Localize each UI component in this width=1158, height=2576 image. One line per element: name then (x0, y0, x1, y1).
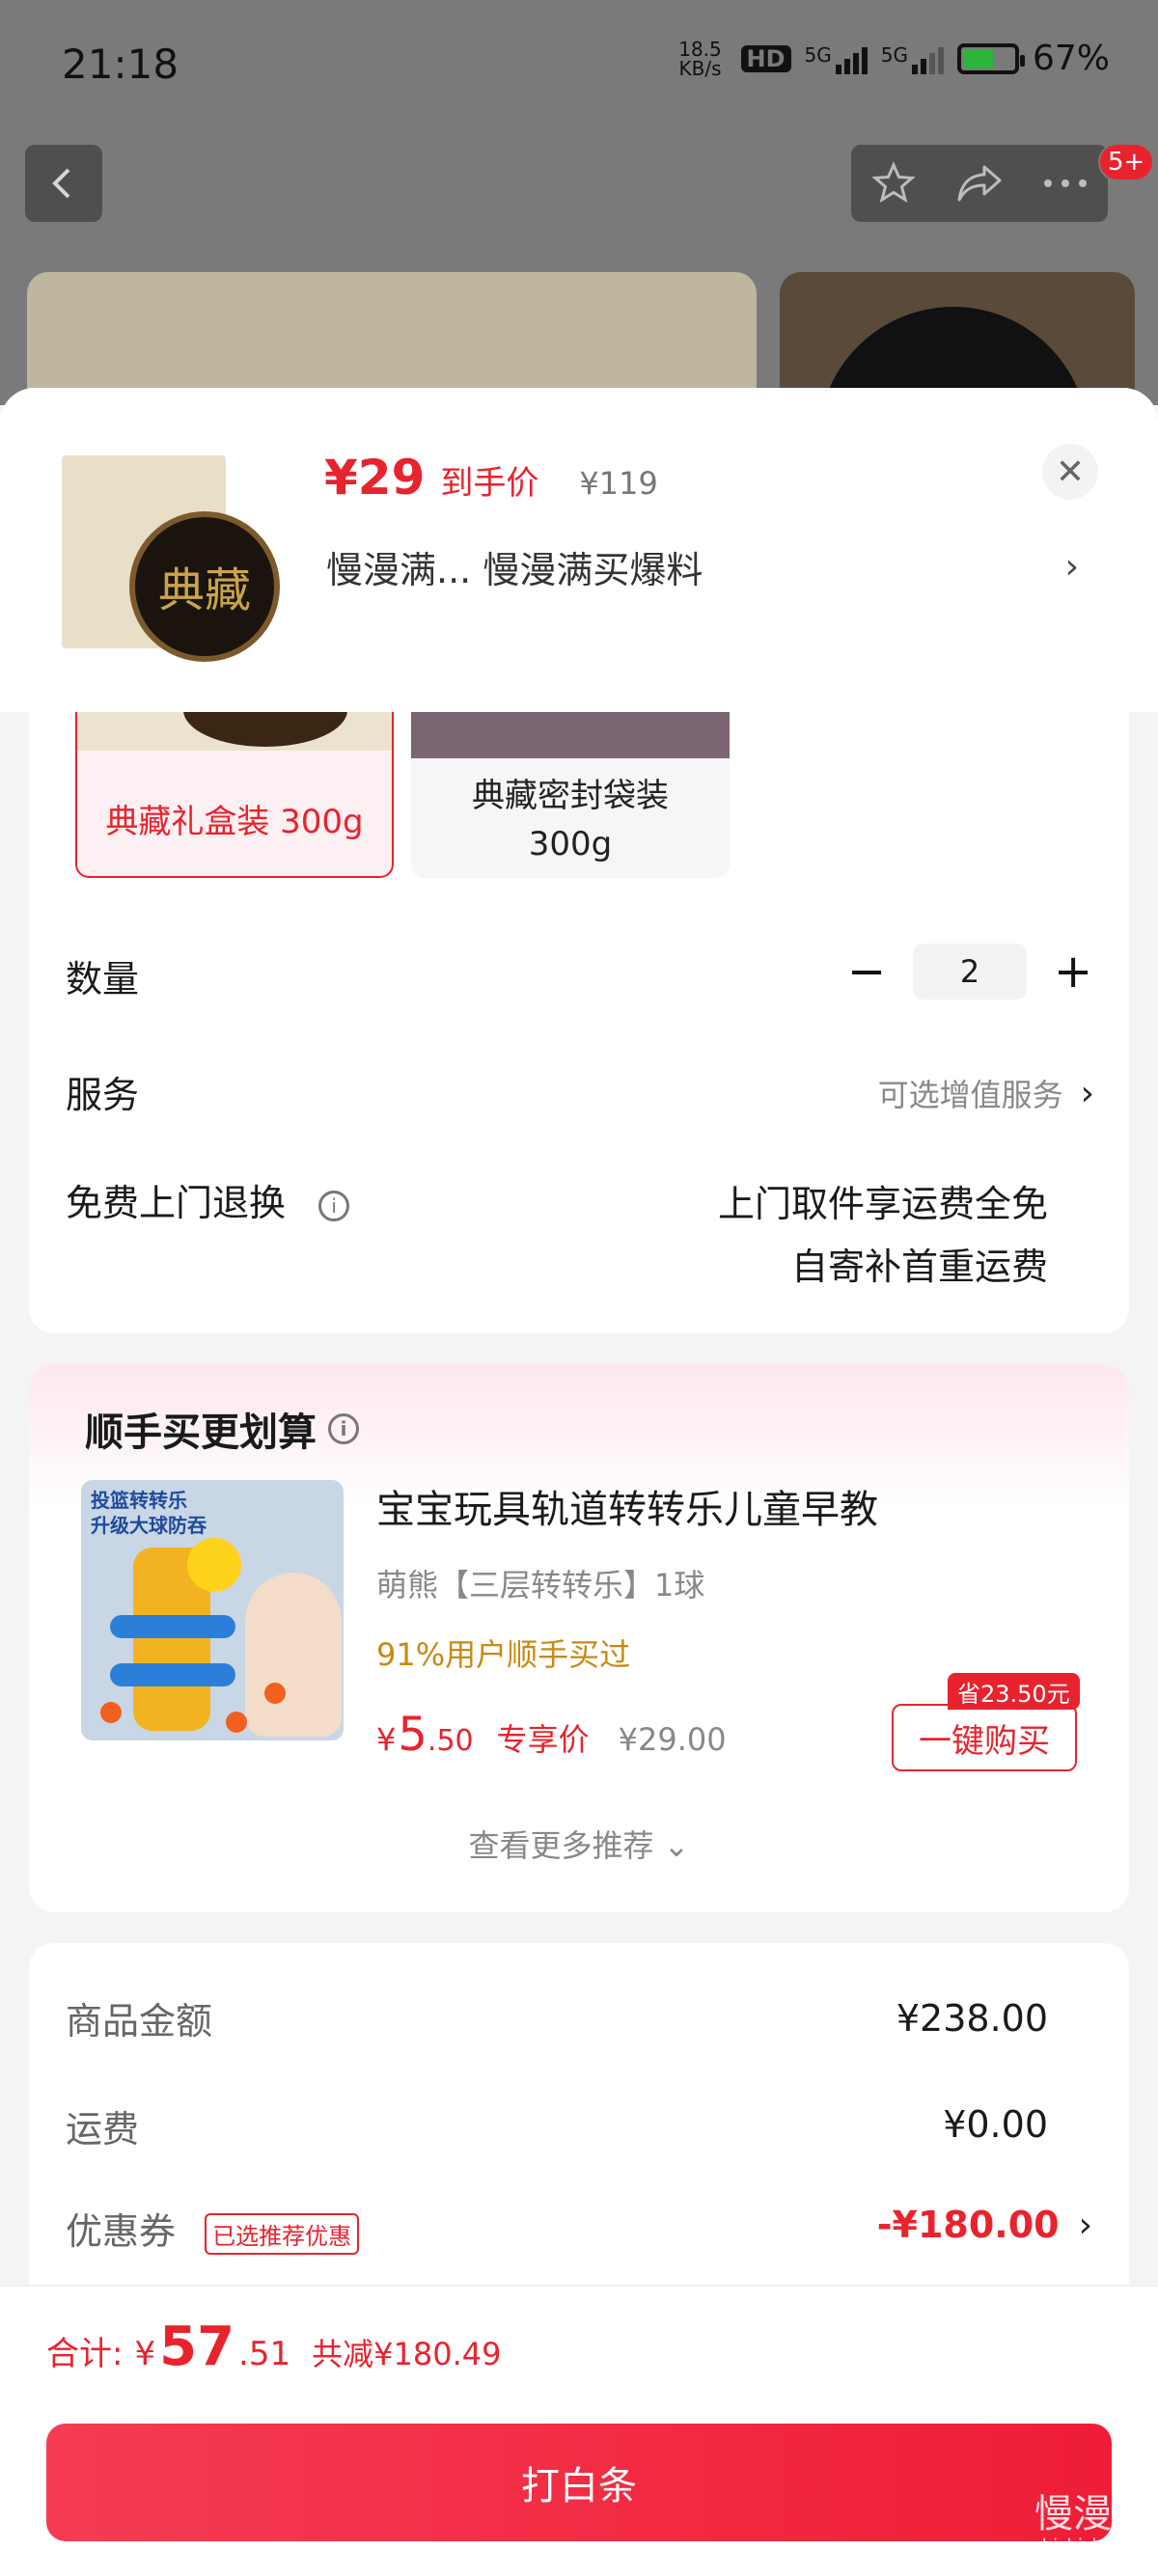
chevron-left-icon (52, 168, 70, 199)
product-thumbnail[interactable]: 典藏 (56, 444, 291, 675)
total-symbol: ¥ (134, 2335, 156, 2373)
star-icon[interactable] (870, 160, 917, 206)
coupon-row-label: 优惠券 已选推荐优惠 (66, 2202, 360, 2255)
image-tag-line1: 投篮转转乐 (91, 1489, 187, 1512)
shipping-value: ¥0.00 (943, 2103, 1048, 2146)
thumb-text: 典藏 (157, 563, 251, 617)
price-tag: 专享价 (496, 1721, 590, 1758)
option-label: 典藏密封袋装 300g (411, 772, 730, 868)
price-row: ¥29 到手价 ¥119 (324, 450, 658, 506)
chevron-right-icon: › (1080, 1073, 1094, 1113)
hd-icon: HD (740, 44, 791, 72)
image-tag-line2: 升级大球防吞 (91, 1514, 207, 1537)
free-return-row: 免费上门退换 i (66, 1173, 350, 1226)
total-row: 合计: ¥ 57 .51 共减¥180.49 (46, 2316, 501, 2378)
signal-label: 5G (804, 42, 832, 67)
price-int: 5 (398, 1708, 427, 1762)
signal-5g-1: 5G (805, 43, 868, 74)
info-icon[interactable]: i (318, 1190, 350, 1221)
recommend-title: 顺手买更划算 (85, 1411, 317, 1455)
price-dec: .50 (427, 1724, 474, 1758)
notification-badge: 5+ (1098, 143, 1155, 181)
option-label-line2: 300g (528, 825, 613, 863)
original-price: ¥119 (579, 465, 658, 502)
service-label: 服务 (66, 1074, 140, 1116)
coupon-label: 优惠券 (66, 2210, 177, 2253)
product-description: 慢漫满... 慢漫满买爆料 (326, 549, 703, 591)
plus-button[interactable]: + (1054, 945, 1092, 999)
pay-button[interactable]: 打白条 (46, 2424, 1112, 2541)
signal-label: 5G (880, 42, 908, 67)
option-sealed-bag[interactable]: 典藏密封袋装 300g (411, 712, 730, 878)
option-label: 典藏礼盒装 300g (105, 803, 364, 841)
net-speed: 18.5 KB/s (678, 37, 722, 80)
status-time: 21:18 (62, 41, 179, 88)
signal-5g-2: 5G (881, 43, 944, 74)
status-icons: 18.5 KB/s HD 5G 5G 67% (674, 37, 1110, 80)
quantity-stepper: − 2 + (847, 944, 1092, 1000)
total-saved: 共减¥180.49 (312, 2336, 502, 2372)
recommend-product-image[interactable]: 投篮转转乐 升级大球防吞 (81, 1480, 344, 1740)
option-gift-box[interactable]: 典藏礼盒装 300g (75, 712, 394, 878)
chevron-right-icon: › (1078, 2205, 1092, 2245)
coupon-tag: 已选推荐优惠 (205, 2213, 360, 2255)
option-label-line1: 典藏密封袋装 (472, 777, 669, 815)
recommend-spec: 萌熊【三层转转乐】1球 (376, 1567, 705, 1603)
battery-icon (956, 42, 1025, 74)
coupon-value: -¥180.00 (876, 2204, 1060, 2246)
service-value: 可选增值服务 (877, 1077, 1063, 1113)
more-recommend-link[interactable]: 查看更多推荐 ⌄ (0, 1822, 1158, 1866)
one-click-buy-button[interactable]: 一键购买 (892, 1704, 1077, 1771)
total-dec: .51 (238, 2335, 291, 2373)
watermark-sub: zhizhizhi.com (1033, 2535, 1150, 2556)
signal-bars-icon (835, 43, 868, 74)
back-button[interactable] (25, 145, 102, 222)
free-return-line1: 上门取件享运费全免 (717, 1183, 1048, 1225)
close-icon: ✕ (1055, 452, 1086, 492)
goods-amount-label: 商品金额 (66, 2000, 213, 2042)
price-symbol: ¥ (376, 1721, 397, 1758)
close-button[interactable]: ✕ (1042, 444, 1098, 500)
recommend-price: ¥ 5 .50 专享价 ¥29.00 (376, 1708, 727, 1762)
share-icon[interactable] (955, 161, 1004, 206)
shipping-label: 运费 (66, 2108, 140, 2151)
watermark-text: 慢漫满 (1034, 2492, 1150, 2536)
product-description-row[interactable]: 慢漫满... 慢漫满买爆料 › (326, 540, 1079, 593)
goods-amount-value: ¥238.00 (896, 1997, 1048, 2040)
coupon-selector[interactable]: -¥180.00 › (877, 2204, 1092, 2246)
signal-bars-icon (911, 43, 944, 74)
total-int: 57 (159, 2316, 235, 2378)
watermark: 慢漫满 zhizhizhi.com (1033, 2493, 1150, 2557)
final-price: ¥29 (324, 450, 426, 506)
top-action-bar (851, 145, 1108, 222)
info-icon[interactable]: i (328, 1413, 359, 1444)
recommend-name[interactable]: 宝宝玩具轨道转转乐儿童早教 (376, 1478, 878, 1534)
service-selector[interactable]: 可选增值服务 › (878, 1071, 1094, 1115)
quantity-label: 数量 (66, 958, 140, 1000)
battery-percent: 67% (1032, 39, 1110, 78)
free-return-detail: 上门取件享运费全免 自寄补首重运费 (718, 1173, 1048, 1299)
free-return-line2: 自寄补首重运费 (790, 1246, 1048, 1288)
chevron-right-icon: › (1064, 547, 1079, 587)
free-return-label: 免费上门退换 (66, 1182, 287, 1224)
original-price: ¥29.00 (618, 1721, 727, 1758)
final-price-tag: 到手价 (440, 464, 539, 503)
recommend-title-row: 顺手买更划算 i (85, 1401, 359, 1457)
minus-button[interactable]: − (847, 945, 886, 999)
total-label: 合计: (46, 2335, 124, 2373)
more-icon[interactable] (1042, 178, 1089, 189)
recommend-bought: 91%用户顺手买过 (376, 1636, 631, 1673)
quantity-input[interactable]: 2 (913, 944, 1027, 1000)
